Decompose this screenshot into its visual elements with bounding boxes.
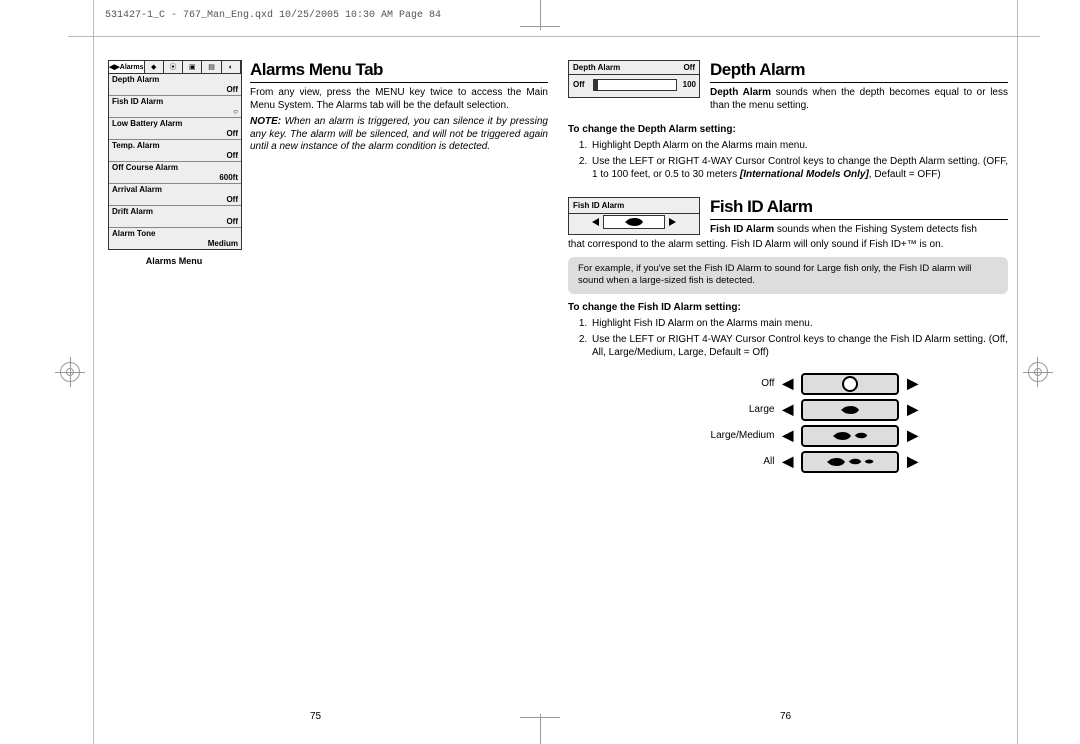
menu-row: Arrival AlarmOff [109, 184, 241, 206]
option-large [801, 399, 899, 421]
menu-row: Low Battery AlarmOff [109, 118, 241, 140]
arrow-right-icon: ▶ [907, 427, 918, 444]
list-item: Highlight Depth Alarm on the Alarms main… [590, 139, 1008, 152]
arrow-left-icon: ◀ [782, 453, 793, 470]
menu-row: Depth AlarmOff [109, 74, 241, 96]
menu-row: Alarm ToneMedium [109, 228, 241, 249]
subheading: To change the Fish ID Alarm setting: [568, 302, 1008, 313]
menu-row: Drift AlarmOff [109, 206, 241, 228]
steps-list: Highlight Fish ID Alarm on the Alarms ma… [568, 317, 1008, 359]
registration-mark [1037, 357, 1038, 387]
fish-icon [624, 216, 644, 228]
option-large-medium [801, 425, 899, 447]
crop-mark [540, 714, 541, 744]
fish-id-alarm-screenshot: Fish ID Alarm [568, 197, 700, 235]
list-item: Highlight Fish ID Alarm on the Alarms ma… [590, 317, 1008, 330]
heading-alarms-menu-tab: Alarms Menu Tab [250, 60, 548, 80]
tab-icon: ▤ [202, 61, 221, 73]
slider-bar [593, 79, 677, 91]
arrow-right-icon: ▶ [907, 375, 918, 392]
body-text: that correspond to the alarm setting. Fi… [568, 239, 1008, 252]
option-off [801, 373, 899, 395]
arrow-left-icon [592, 218, 599, 226]
option-label: Large [684, 404, 774, 415]
menu-row: Temp. AlarmOff [109, 140, 241, 162]
fish-icon [840, 404, 860, 416]
list-item: Use the LEFT or RIGHT 4-WAY Cursor Contr… [590, 333, 1008, 359]
crop-rule [1017, 0, 1018, 744]
fish-icon [848, 457, 862, 466]
list-item: Use the LEFT or RIGHT 4-WAY Cursor Contr… [590, 155, 1008, 181]
page-number: 75 [310, 711, 321, 722]
crop-mark [520, 717, 560, 718]
rule [710, 219, 1008, 220]
fish-icon [832, 430, 852, 442]
arrow-left-icon: ◀ [782, 401, 793, 418]
arrow-left-icon: ◀ [782, 375, 793, 392]
note-text: NOTE: NOTE: When an alarm is triggered, … [250, 116, 548, 154]
body-text: From any view, press the MENU key twice … [250, 87, 548, 112]
page-left: ◀▶Alarms ◆ ⦿ ▣ ▤ ◐ Depth AlarmOff Fish I… [108, 60, 548, 266]
arrow-left-icon: ◀ [782, 427, 793, 444]
fish-id-options: Off ◀ ▶ Large ◀ ▶ Large/Medium ◀ ▶ All ◀ [568, 371, 918, 475]
screenshot-caption: Alarms Menu [108, 256, 240, 266]
body-text: Depth Alarm sounds when the depth become… [710, 87, 1008, 112]
fish-icon [826, 456, 846, 468]
menu-row: Off Course Alarm600ft [109, 162, 241, 184]
heading-depth-alarm: Depth Alarm [710, 60, 1008, 80]
rule [250, 82, 548, 83]
crop-rule [93, 0, 94, 744]
registration-mark [1023, 372, 1053, 373]
example-note: For example, if you've set the Fish ID A… [568, 257, 1008, 294]
fish-icon [854, 431, 868, 440]
heading-fish-id-alarm: Fish ID Alarm [710, 197, 1008, 217]
page-right: Depth AlarmOff Off 100 Depth Alarm Depth… [568, 60, 1008, 475]
option-all [801, 451, 899, 473]
menu-row: Fish ID Alarm○ [109, 96, 241, 118]
tab-alarms: ◀▶Alarms [109, 61, 145, 73]
alarms-menu-screenshot: ◀▶Alarms ◆ ⦿ ▣ ▤ ◐ Depth AlarmOff Fish I… [108, 60, 242, 250]
option-label: All [684, 456, 774, 467]
crop-rule [68, 36, 1040, 37]
arrow-right-icon [669, 218, 676, 226]
subheading: To change the Depth Alarm setting: [568, 124, 1008, 135]
arrow-right-icon: ▶ [907, 401, 918, 418]
arrow-right-icon: ▶ [907, 453, 918, 470]
depth-alarm-screenshot: Depth AlarmOff Off 100 [568, 60, 700, 98]
option-label: Large/Medium [684, 430, 774, 441]
body-text: Fish ID Alarm sounds when the Fishing Sy… [710, 224, 1008, 237]
tab-icon: ⦿ [164, 61, 183, 73]
print-header: 531427-1_C - 767_Man_Eng.qxd 10/25/2005 … [105, 10, 441, 21]
crop-mark [520, 26, 560, 27]
option-label: Off [684, 378, 774, 389]
tab-icon: ◆ [145, 61, 164, 73]
fish-icon [864, 458, 874, 465]
tab-icon: ◐ [222, 61, 241, 73]
registration-mark [70, 357, 71, 387]
tab-icon: ▣ [183, 61, 202, 73]
rule [710, 82, 1008, 83]
page-number: 76 [780, 711, 791, 722]
steps-list: Highlight Depth Alarm on the Alarms main… [568, 139, 1008, 181]
